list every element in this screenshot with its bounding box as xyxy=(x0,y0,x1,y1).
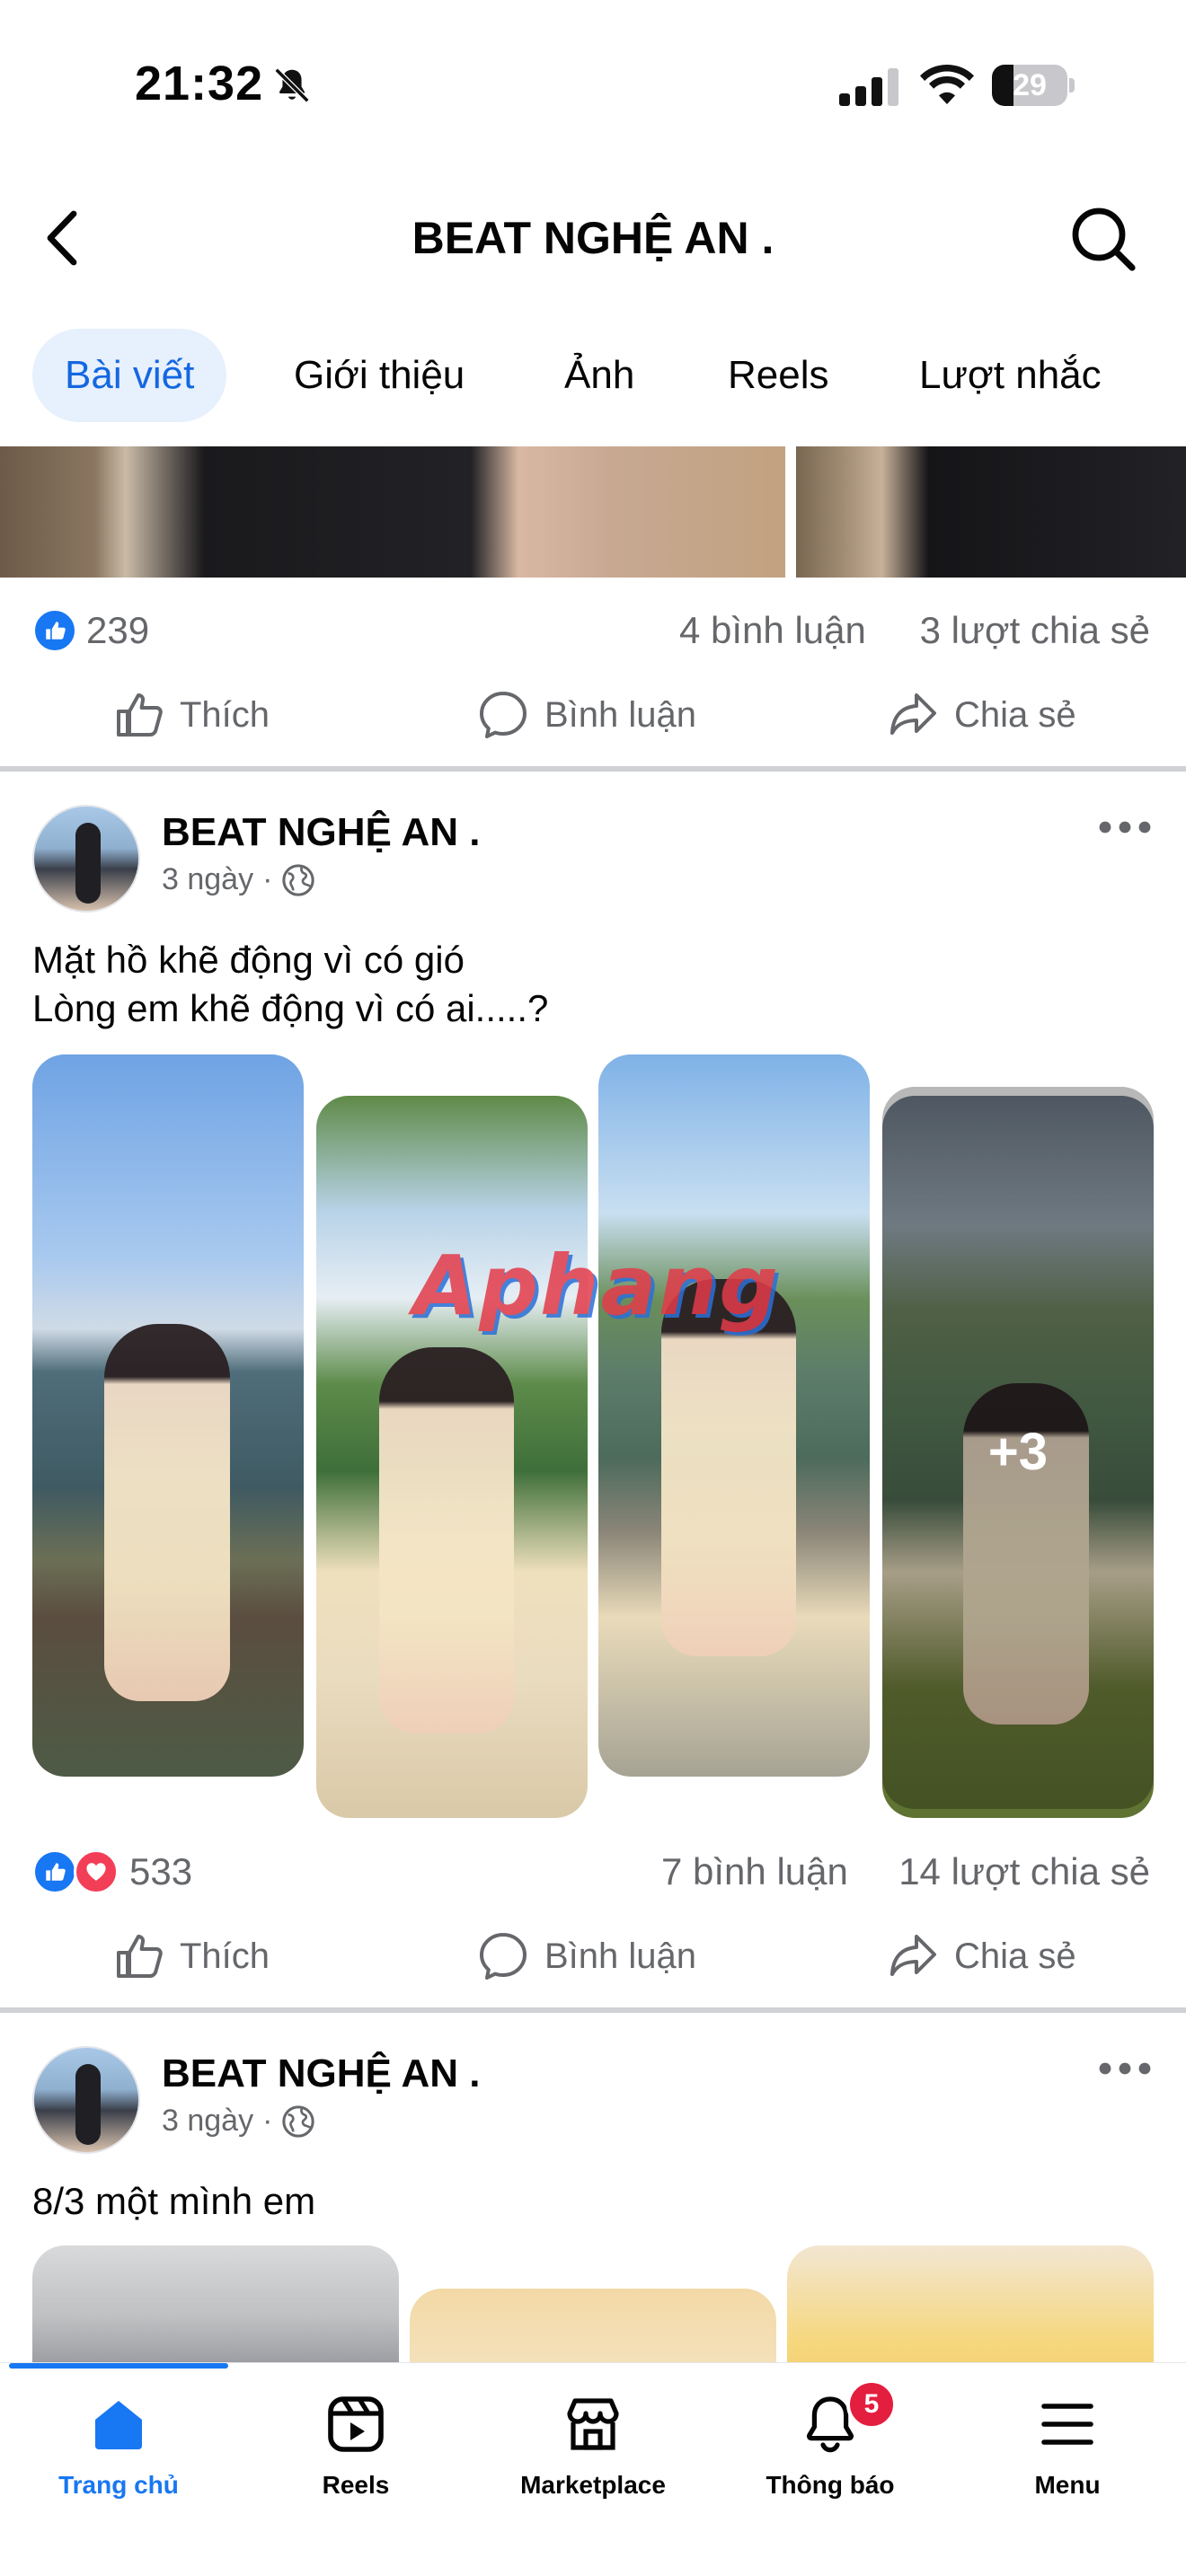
post-divider xyxy=(0,766,1186,772)
nav-label: Trang chủ xyxy=(58,2471,179,2499)
post-photo[interactable] xyxy=(796,446,1186,578)
post-photo[interactable] xyxy=(787,2245,1154,2362)
nav-reels[interactable]: Reels xyxy=(248,2390,464,2500)
nav-notifications[interactable]: 5 Thông báo xyxy=(722,2379,938,2500)
comment-label: Bình luận xyxy=(544,694,697,735)
battery-level: 29 xyxy=(1013,68,1047,102)
globe-icon xyxy=(282,863,315,896)
post-photo[interactable] xyxy=(32,1054,304,1777)
nav-label: Menu xyxy=(1034,2471,1101,2499)
comment-count[interactable]: 7 bình luận xyxy=(661,1850,848,1893)
globe-icon xyxy=(282,2104,315,2138)
active-tab-indicator xyxy=(9,2363,228,2369)
previous-post-photos[interactable] xyxy=(0,446,1186,578)
like-reaction-icon xyxy=(32,608,77,653)
post-text: Mặt hồ khẽ động vì có gió Lòng em khẽ độ… xyxy=(32,936,1155,1033)
tab-posts[interactable]: Bài viết xyxy=(32,329,227,422)
post-meta: 3 ngày · xyxy=(162,862,315,897)
post-text-line: Mặt hồ khẽ động vì có gió xyxy=(32,939,465,981)
comment-label: Bình luận xyxy=(544,1936,697,1976)
avatar[interactable] xyxy=(32,2046,140,2154)
comment-count[interactable]: 4 bình luận xyxy=(679,609,866,652)
home-icon xyxy=(95,2401,142,2449)
like-button[interactable]: Thích xyxy=(111,670,270,760)
more-photos-count[interactable]: +3 xyxy=(882,1422,1154,1482)
like-label: Thích xyxy=(180,694,270,735)
share-label: Chia sẻ xyxy=(954,694,1076,735)
nav-label: Marketplace xyxy=(520,2471,666,2499)
more-options-icon[interactable] xyxy=(1098,2055,1152,2082)
post-time[interactable]: 3 ngày xyxy=(162,2104,253,2139)
post-header: BEAT NGHỆ AN . 3 ngày · xyxy=(0,805,1186,922)
post-author[interactable]: BEAT NGHỆ AN . xyxy=(162,810,480,855)
page-header: BEAT NGHỆ AN . xyxy=(0,180,1186,296)
post-stats: 533 7 bình luận 14 lượt chia sẻ xyxy=(0,1839,1186,1902)
post-photo[interactable] xyxy=(316,1096,588,1818)
comment-button[interactable]: Bình luận xyxy=(476,1911,696,2001)
comment-icon xyxy=(480,692,527,738)
marketplace-icon xyxy=(567,2398,619,2450)
avatar[interactable] xyxy=(32,805,140,913)
share-label: Chia sẻ xyxy=(954,1936,1076,1976)
search-icon[interactable] xyxy=(1069,205,1137,273)
share-count[interactable]: 14 lượt chia sẻ xyxy=(898,1850,1150,1893)
meta-separator: · xyxy=(262,862,273,896)
post-header: BEAT NGHỆ AN . 3 ngày · xyxy=(0,2046,1186,2163)
comment-button[interactable]: Bình luận xyxy=(476,670,696,760)
status-time: 21:32 xyxy=(135,57,264,110)
like-label: Thích xyxy=(180,1936,270,1976)
post-photo[interactable] xyxy=(598,1054,870,1777)
post-photo[interactable] xyxy=(410,2289,776,2362)
notification-badge: 5 xyxy=(846,2379,897,2430)
post-meta: 3 ngày · xyxy=(162,2104,315,2139)
nav-home[interactable]: Trang chủ xyxy=(11,2390,226,2500)
post-text: 8/3 một mình em xyxy=(32,2180,316,2222)
post-actions: Thích Bình luận Chia sẻ xyxy=(0,1911,1186,2001)
battery-indicator: 29 xyxy=(992,65,1075,106)
menu-icon xyxy=(1041,2404,1093,2445)
post-actions: Thích Bình luận Chia sẻ xyxy=(0,670,1186,760)
wifi-icon xyxy=(920,65,974,104)
nav-marketplace[interactable]: Marketplace xyxy=(485,2390,701,2500)
comment-icon xyxy=(480,1933,527,1980)
tab-reels[interactable]: Reels xyxy=(728,329,829,422)
profile-tabs: Bài viết Giới thiệu Ảnh Reels Lượt nhắc xyxy=(0,325,1186,426)
share-button[interactable]: Chia sẻ xyxy=(886,670,1076,760)
tab-mentions[interactable]: Lượt nhắc xyxy=(919,329,1102,422)
post-author[interactable]: BEAT NGHỆ AN . xyxy=(162,2051,480,2096)
share-count[interactable]: 3 lượt chia sẻ xyxy=(920,609,1150,652)
post-text-line: Lòng em khẽ động vì có ai.....? xyxy=(32,987,549,1029)
watermark: Aphang xyxy=(413,1238,780,1334)
post-time[interactable]: 3 ngày xyxy=(162,862,253,897)
nav-label: Thông báo xyxy=(766,2471,895,2499)
like-button[interactable]: Thích xyxy=(111,1911,270,2001)
bell-off-icon xyxy=(274,67,310,103)
share-icon xyxy=(890,693,936,735)
nav-label: Reels xyxy=(322,2471,390,2499)
post-stats: 239 4 bình luận 3 lượt chia sẻ xyxy=(0,598,1186,661)
like-reaction-icon xyxy=(32,1849,77,1894)
share-button[interactable]: Chia sẻ xyxy=(886,1911,1076,2001)
reaction-count[interactable]: 533 xyxy=(129,1850,192,1893)
nav-menu[interactable]: Menu xyxy=(960,2390,1175,2500)
post-photo[interactable] xyxy=(32,2245,399,2362)
reels-icon xyxy=(328,2396,384,2452)
post-photo-gallery xyxy=(0,2245,1186,2362)
reaction-count[interactable]: 239 xyxy=(86,609,149,652)
status-bar: 21:32 29 xyxy=(0,0,1186,171)
thumbs-up-icon xyxy=(117,1935,163,1978)
meta-separator: · xyxy=(262,2104,273,2138)
bottom-navigation: Trang chủ Reels Marketplace 5 Thông báo … xyxy=(0,2362,1186,2576)
tab-photos[interactable]: Ảnh xyxy=(564,329,634,422)
post-photo[interactable] xyxy=(0,446,785,578)
more-options-icon[interactable] xyxy=(1098,814,1152,841)
page-title: BEAT NGHỆ AN . xyxy=(412,213,774,263)
post-divider xyxy=(0,2007,1186,2013)
share-icon xyxy=(890,1935,936,1976)
tab-about[interactable]: Giới thiệu xyxy=(294,329,465,422)
thumbs-up-icon xyxy=(117,693,163,737)
love-reaction-icon xyxy=(74,1849,119,1894)
cellular-signal-icon xyxy=(839,68,898,106)
